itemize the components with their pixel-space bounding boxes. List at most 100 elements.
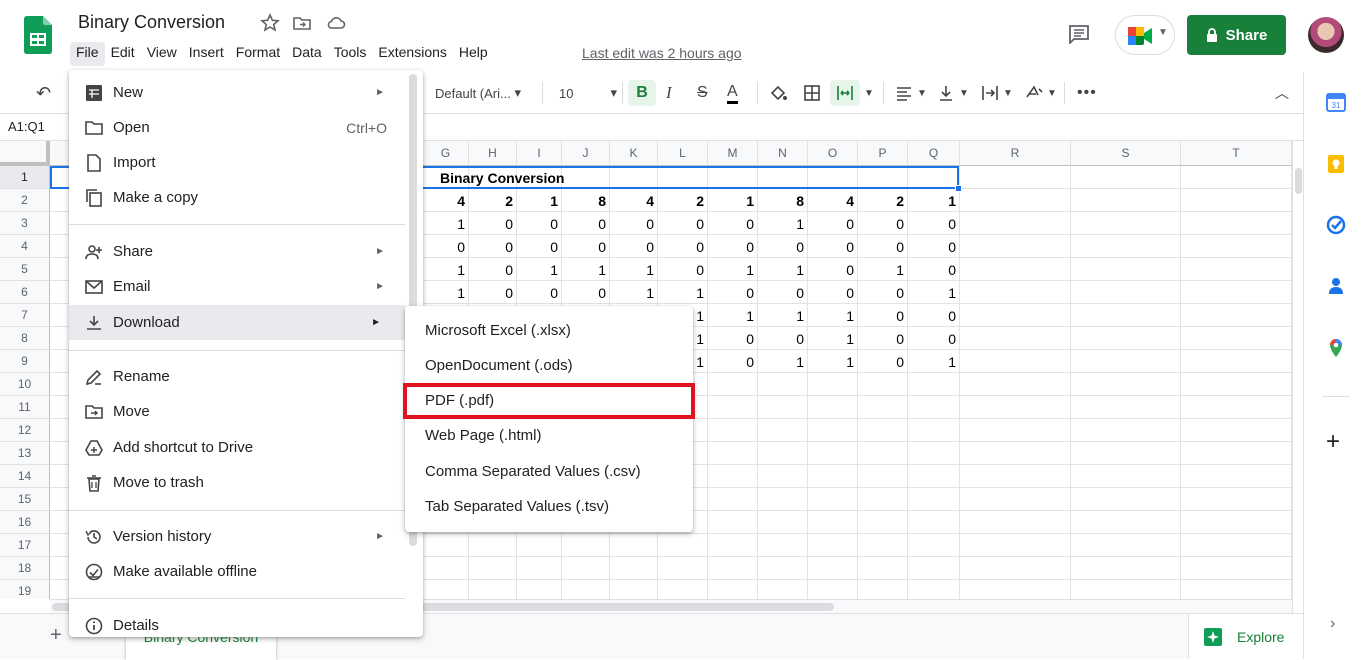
share-button[interactable]: Share bbox=[1187, 15, 1286, 55]
row-header[interactable]: 19 bbox=[0, 580, 50, 599]
grid-cell[interactable]: 0 bbox=[658, 212, 708, 235]
move-folder-icon[interactable] bbox=[292, 13, 312, 33]
download-html[interactable]: Web Page (.html) bbox=[405, 418, 693, 453]
row-header[interactable]: 18 bbox=[0, 557, 50, 580]
grid-cell[interactable]: 0 bbox=[908, 327, 960, 350]
menu-item-rename[interactable]: Rename bbox=[69, 359, 409, 394]
chevron-right-icon[interactable]: › bbox=[1330, 615, 1335, 633]
grid-cell[interactable]: 1 bbox=[610, 281, 658, 304]
collapse-toolbar-icon[interactable]: ︿ bbox=[1275, 82, 1289, 104]
chevron-down-icon[interactable]: ▼ bbox=[1047, 82, 1057, 104]
column-header[interactable]: M bbox=[708, 141, 758, 166]
tasks-icon[interactable] bbox=[1326, 215, 1346, 235]
cloud-status-icon[interactable] bbox=[326, 13, 346, 33]
grid-cell[interactable]: 0 bbox=[758, 235, 808, 258]
grid-cell[interactable]: 0 bbox=[658, 235, 708, 258]
grid-cell[interactable]: 0 bbox=[517, 235, 562, 258]
column-header[interactable]: T bbox=[1181, 141, 1292, 166]
grid-cell[interactable]: 1 bbox=[658, 281, 708, 304]
grid-cell[interactable]: 0 bbox=[708, 212, 758, 235]
menu-item-import[interactable]: Import bbox=[69, 145, 409, 180]
menu-item-details[interactable]: Details bbox=[69, 608, 409, 637]
menu-item-move-to-trash[interactable]: Move to trash bbox=[69, 465, 409, 500]
row-header[interactable]: 1 bbox=[0, 166, 50, 189]
grid-cell[interactable]: 0 bbox=[469, 258, 517, 281]
column-header[interactable]: K bbox=[610, 141, 658, 166]
merge-dropdown-icon[interactable]: ▼ bbox=[864, 82, 874, 104]
comment-icon[interactable] bbox=[1068, 24, 1090, 44]
menu-item-new[interactable]: New ► bbox=[69, 75, 409, 110]
grid-cell[interactable]: 0 bbox=[562, 281, 610, 304]
menu-edit[interactable]: Edit bbox=[105, 42, 141, 66]
merge-cells-button[interactable] bbox=[830, 80, 860, 106]
grid-cell[interactable]: 0 bbox=[708, 235, 758, 258]
menu-item-make-a-copy[interactable]: Make a copy bbox=[69, 180, 409, 215]
menu-item-share[interactable]: Share ► bbox=[69, 234, 409, 269]
column-header[interactable]: H bbox=[469, 141, 517, 166]
grid-cell[interactable]: 1 bbox=[517, 258, 562, 281]
contacts-icon[interactable] bbox=[1326, 276, 1346, 296]
column-header[interactable]: R bbox=[960, 141, 1071, 166]
grid-cell[interactable]: 0 bbox=[469, 235, 517, 258]
row-header[interactable]: 2 bbox=[0, 189, 50, 212]
row-header[interactable]: 9 bbox=[0, 350, 50, 373]
menu-extensions[interactable]: Extensions bbox=[372, 42, 452, 66]
align-vertical-icon[interactable] bbox=[936, 82, 956, 104]
grid-cell[interactable]: 1 bbox=[908, 189, 960, 212]
grid-cell[interactable]: 1 bbox=[708, 258, 758, 281]
grid-cell[interactable]: 0 bbox=[517, 281, 562, 304]
grid-cell[interactable]: 0 bbox=[758, 281, 808, 304]
column-header[interactable]: G bbox=[423, 141, 469, 166]
grid-cell[interactable]: 0 bbox=[708, 281, 758, 304]
maps-icon[interactable] bbox=[1326, 338, 1346, 358]
grid-cell[interactable]: 1 bbox=[423, 281, 469, 304]
menu-item-add-shortcut[interactable]: Add shortcut to Drive bbox=[69, 430, 409, 465]
grid-cell[interactable]: 1 bbox=[758, 350, 808, 373]
star-icon[interactable] bbox=[260, 13, 280, 33]
row-header[interactable]: 10 bbox=[0, 373, 50, 396]
grid-cell[interactable]: 8 bbox=[758, 189, 808, 212]
grid-cell[interactable]: 0 bbox=[858, 304, 908, 327]
row-header[interactable]: 11 bbox=[0, 396, 50, 419]
chevron-down-icon[interactable]: ▼ bbox=[917, 82, 927, 104]
add-addon-icon[interactable]: + bbox=[1326, 430, 1340, 454]
grid-cell[interactable]: 0 bbox=[708, 350, 758, 373]
menu-item-version-history[interactable]: Version history ► bbox=[69, 519, 409, 554]
grid-cell[interactable]: 0 bbox=[858, 212, 908, 235]
grid-cell[interactable]: 0 bbox=[469, 212, 517, 235]
grid-cell[interactable]: 0 bbox=[808, 281, 858, 304]
grid-cell[interactable]: 0 bbox=[858, 327, 908, 350]
download-xlsx[interactable]: Microsoft Excel (.xlsx) bbox=[405, 313, 693, 348]
grid-cell[interactable]: 2 bbox=[658, 189, 708, 212]
grid-cell[interactable]: 1 bbox=[908, 281, 960, 304]
column-header[interactable]: O bbox=[808, 141, 858, 166]
grid-cell[interactable]: 1 bbox=[517, 189, 562, 212]
calendar-icon[interactable]: 31 bbox=[1326, 92, 1346, 112]
grid-cell[interactable]: 1 bbox=[708, 304, 758, 327]
fill-color-icon[interactable] bbox=[768, 82, 788, 104]
row-header[interactable]: 15 bbox=[0, 488, 50, 511]
column-header[interactable]: S bbox=[1071, 141, 1181, 166]
menu-item-download[interactable]: Download ► bbox=[69, 305, 405, 340]
grid-cell[interactable]: 0 bbox=[808, 212, 858, 235]
font-family-select[interactable]: Default (Ari... ▾ bbox=[435, 82, 521, 104]
grid-cell[interactable]: 0 bbox=[908, 258, 960, 281]
keep-icon[interactable] bbox=[1326, 154, 1346, 174]
grid-cell[interactable]: 1 bbox=[758, 258, 808, 281]
column-header[interactable]: L bbox=[658, 141, 708, 166]
menu-file[interactable]: File bbox=[70, 42, 105, 66]
grid-cell[interactable]: 1 bbox=[908, 350, 960, 373]
menu-format[interactable]: Format bbox=[230, 42, 286, 66]
avatar[interactable] bbox=[1308, 17, 1344, 53]
font-size-select[interactable]: 10 ▾ bbox=[559, 82, 617, 104]
chevron-down-icon[interactable]: ▼ bbox=[1003, 82, 1013, 104]
menu-help[interactable]: Help bbox=[453, 42, 494, 66]
grid-cell[interactable]: 0 bbox=[423, 235, 469, 258]
row-header[interactable]: 16 bbox=[0, 511, 50, 534]
menu-tools[interactable]: Tools bbox=[328, 42, 373, 66]
grid-cell[interactable]: 1 bbox=[808, 327, 858, 350]
grid-cell[interactable]: 0 bbox=[908, 304, 960, 327]
grid-cell[interactable]: 0 bbox=[708, 327, 758, 350]
grid-cell[interactable]: 0 bbox=[469, 281, 517, 304]
grid-cell[interactable]: 0 bbox=[517, 212, 562, 235]
